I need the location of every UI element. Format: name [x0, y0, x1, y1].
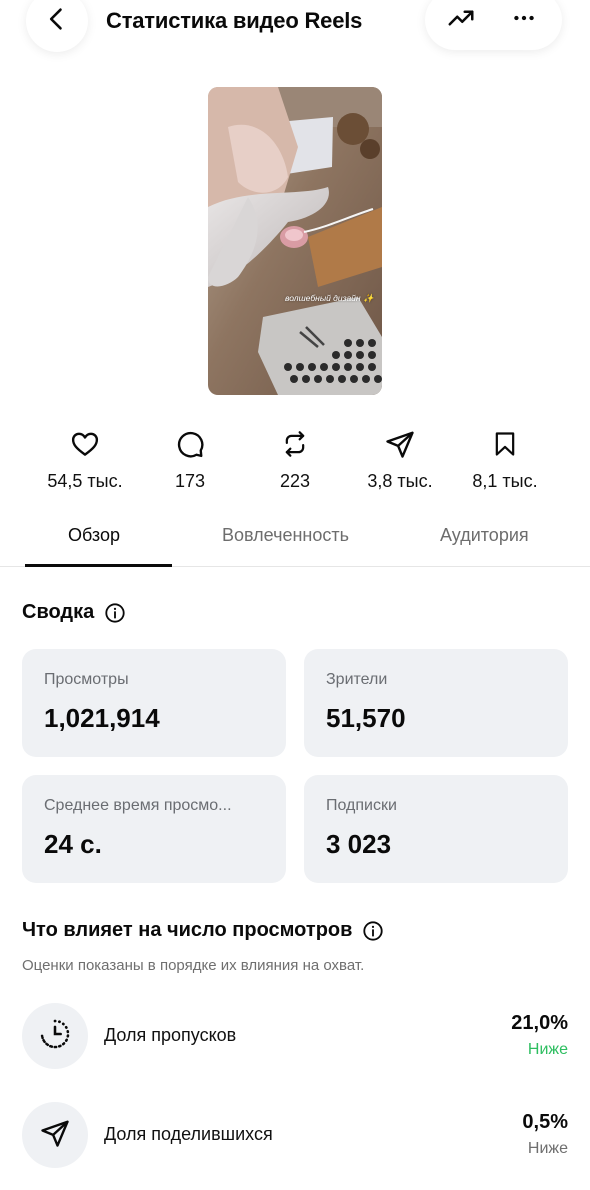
active-tab-indicator [25, 564, 172, 567]
metric-value: 24 с. [44, 829, 102, 859]
factor-percent: 0,5% [522, 1111, 568, 1133]
tab-engagement[interactable]: Вовлеченность [222, 525, 349, 546]
metric-label: Среднее время просмо... [44, 797, 232, 814]
factor-trend: Ниже [527, 1140, 568, 1157]
stat-saves: 8,1 тыс. [445, 425, 565, 492]
factor-skip-rate[interactable]: Доля пропусков 21,0% Ниже [0, 1003, 590, 1069]
factor-label: Доля пропусков [104, 1025, 237, 1045]
metric-card-viewers: Зрители 51,570 [304, 649, 568, 757]
stat-value: 173 [174, 471, 206, 491]
factor-percent: 21,0% [511, 1012, 568, 1034]
info-icon[interactable] [104, 602, 126, 624]
factor-icon-circle [22, 1003, 88, 1069]
header-actions [425, 0, 562, 50]
stat-likes: 54,5 тыс. [25, 425, 145, 492]
stat-value: 223 [279, 471, 311, 491]
summary-title: Сводка [22, 601, 95, 623]
factors-title: Что влияет на число просмотров [22, 919, 353, 941]
factors-subtitle: Оценки показаны в порядке их влияния на … [22, 957, 365, 974]
tab-overview[interactable]: Обзор [68, 525, 120, 546]
metric-label: Зрители [326, 671, 388, 688]
factor-icon-circle [22, 1102, 88, 1168]
factor-trend: Ниже [527, 1041, 568, 1058]
metric-card-follows: Подписки 3 023 [304, 775, 568, 883]
factor-label: Доля поделившихся [104, 1124, 273, 1144]
comment-icon [130, 425, 250, 463]
stat-value: 54,5 тыс. [47, 471, 123, 491]
engagement-stats: 54,5 тыс. 173 223 3,8 тыс. 8,1 тыс. [0, 425, 590, 495]
stat-value: 8,1 тыс. [472, 471, 538, 491]
thumbnail-caption: волшебный дизайн ✨ [285, 293, 374, 303]
metric-label: Подписки [326, 797, 397, 814]
reel-thumbnail[interactable]: волшебный дизайн ✨ [208, 87, 382, 395]
share-icon [340, 425, 460, 463]
factor-share-rate[interactable]: Доля поделившихся 0,5% Ниже [0, 1102, 590, 1168]
trending-up-icon [446, 3, 476, 38]
metric-value: 3 023 [326, 829, 392, 859]
stat-reposts: 223 [235, 425, 355, 492]
metric-card-avg-watch-time: Среднее время просмо... 24 с. [22, 775, 286, 883]
metric-card-views: Просмотры 1,021,914 [22, 649, 286, 757]
bookmark-icon [445, 425, 565, 463]
share-icon [40, 1118, 70, 1153]
stat-value: 3,8 тыс. [367, 471, 433, 491]
info-icon[interactable] [362, 920, 384, 942]
tab-bar: Обзор Вовлеченность Аудитория [0, 515, 590, 567]
more-horizontal-icon [511, 5, 537, 36]
chevron-left-icon [43, 5, 71, 38]
thumbnail-image [208, 87, 382, 395]
summary-section-title: Сводка [22, 601, 126, 624]
repost-icon [235, 425, 355, 463]
stat-shares: 3,8 тыс. [340, 425, 460, 492]
stat-comments: 173 [130, 425, 250, 492]
more-button[interactable] [504, 0, 544, 40]
back-button[interactable] [26, 0, 88, 52]
metric-label: Просмотры [44, 671, 129, 688]
skip-timer-icon [38, 1017, 72, 1056]
top-bar: Статистика видео Reels [0, 0, 590, 60]
tab-audience[interactable]: Аудитория [440, 525, 529, 546]
metric-value: 51,570 [326, 703, 406, 733]
factors-section-title: Что влияет на число просмотров [22, 919, 384, 942]
heart-icon [25, 425, 145, 463]
page-title: Статистика видео Reels [106, 8, 363, 33]
metric-value: 1,021,914 [44, 703, 160, 733]
trending-button[interactable] [441, 0, 481, 40]
